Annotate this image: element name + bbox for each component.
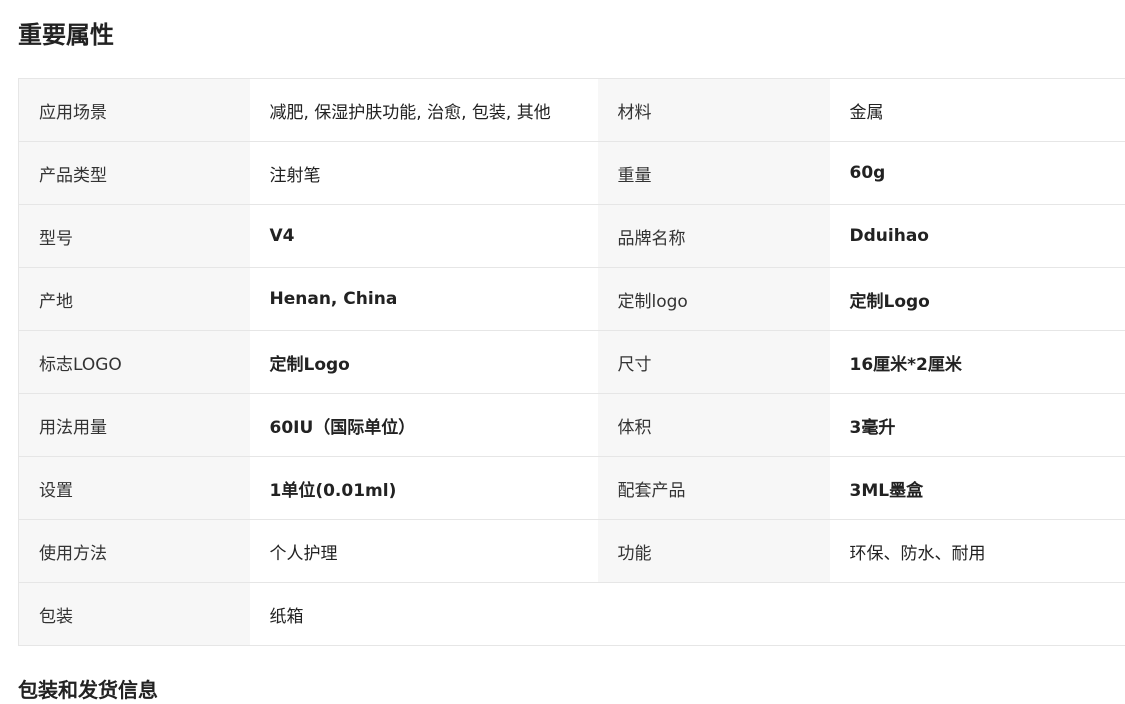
attr-value: 环保、防水、耐用 — [830, 520, 1125, 583]
attr-value: 16厘米*2厘米 — [830, 331, 1125, 394]
attr-key: 产品类型 — [19, 142, 250, 205]
attr-key: 尺寸 — [598, 331, 830, 394]
attr-value: 注射笔 — [250, 142, 598, 205]
empty-cell — [598, 583, 830, 646]
attr-key: 型号 — [19, 205, 250, 268]
empty-cell — [830, 583, 1125, 646]
attr-key: 材料 — [598, 79, 830, 142]
table-row: 产品类型 注射笔 重量 60g — [19, 142, 1125, 205]
table-row: 应用场景 减肥, 保湿护肤功能, 治愈, 包装, 其他 材料 金属 — [19, 79, 1125, 142]
attr-value: Henan, China — [250, 268, 598, 331]
attr-key: 设置 — [19, 457, 250, 520]
attr-value: 定制Logo — [830, 268, 1125, 331]
attr-value: 60IU（国际单位） — [250, 394, 598, 457]
attr-value: 减肥, 保湿护肤功能, 治愈, 包装, 其他 — [250, 79, 598, 142]
section-title-packaging-shipping: 包装和发货信息 — [18, 676, 158, 704]
attr-value: 金属 — [830, 79, 1125, 142]
attr-key: 体积 — [598, 394, 830, 457]
attr-value: 纸箱 — [250, 583, 598, 646]
attr-key: 使用方法 — [19, 520, 250, 583]
attr-key: 品牌名称 — [598, 205, 830, 268]
attr-value: 定制Logo — [250, 331, 598, 394]
attr-value: Dduihao — [830, 205, 1125, 268]
attr-key: 配套产品 — [598, 457, 830, 520]
attr-key: 包装 — [19, 583, 250, 646]
attr-key: 用法用量 — [19, 394, 250, 457]
table-row: 设置 1单位(0.01ml) 配套产品 3ML墨盒 — [19, 457, 1125, 520]
attr-value: 3ML墨盒 — [830, 457, 1125, 520]
attr-value: 3毫升 — [830, 394, 1125, 457]
table-row: 包装 纸箱 — [19, 583, 1125, 646]
table-row: 使用方法 个人护理 功能 环保、防水、耐用 — [19, 520, 1125, 583]
attr-value: 1单位(0.01ml) — [250, 457, 598, 520]
attr-key: 标志LOGO — [19, 331, 250, 394]
attr-key: 产地 — [19, 268, 250, 331]
table-row: 型号 V4 品牌名称 Dduihao — [19, 205, 1125, 268]
attributes-table: 应用场景 减肥, 保湿护肤功能, 治愈, 包装, 其他 材料 金属 产品类型 注… — [18, 78, 1125, 646]
attr-value: 个人护理 — [250, 520, 598, 583]
attr-key: 重量 — [598, 142, 830, 205]
attr-value: 60g — [830, 142, 1125, 205]
table-row: 产地 Henan, China 定制logo 定制Logo — [19, 268, 1125, 331]
table-row: 用法用量 60IU（国际单位） 体积 3毫升 — [19, 394, 1125, 457]
section-title-key-attributes: 重要属性 — [18, 18, 114, 52]
attr-key: 应用场景 — [19, 79, 250, 142]
table-row: 标志LOGO 定制Logo 尺寸 16厘米*2厘米 — [19, 331, 1125, 394]
attr-key: 功能 — [598, 520, 830, 583]
attr-value: V4 — [250, 205, 598, 268]
attr-key: 定制logo — [598, 268, 830, 331]
